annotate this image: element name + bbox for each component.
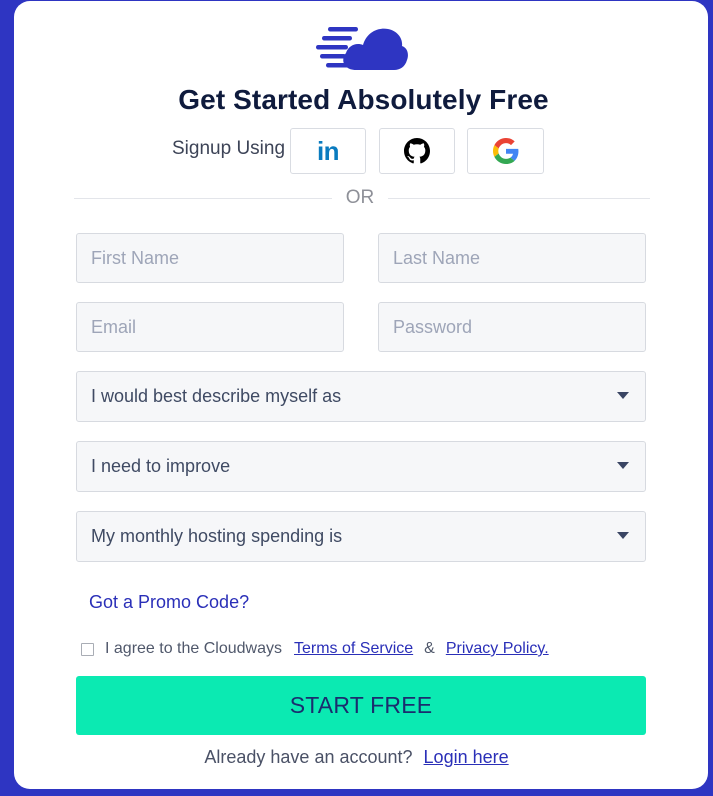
select-value: I would best describe myself as bbox=[91, 386, 342, 406]
agree-checkbox[interactable] bbox=[81, 642, 94, 656]
start-free-button[interactable]: START FREE bbox=[76, 676, 646, 735]
terms-of-service-link[interactable]: Terms of Service bbox=[294, 640, 413, 658]
caret-down-icon bbox=[617, 462, 629, 469]
login-prompt-text: Already have an account? bbox=[204, 747, 413, 767]
email-input[interactable] bbox=[76, 302, 344, 352]
linkedin-signup-button[interactable]: in bbox=[290, 128, 366, 174]
promo-code-link[interactable]: Got a Promo Code? bbox=[89, 592, 249, 613]
google-signup-button[interactable] bbox=[467, 128, 544, 174]
agree-text: I agree to the Cloudways bbox=[105, 640, 282, 657]
github-icon bbox=[404, 138, 430, 164]
caret-down-icon bbox=[617, 392, 629, 399]
google-icon bbox=[492, 138, 518, 164]
hosting-spending-select[interactable]: My monthly hosting spending is bbox=[76, 511, 646, 562]
ampersand-text: & bbox=[424, 640, 435, 657]
github-signup-button[interactable] bbox=[379, 128, 455, 174]
divider-line-left bbox=[74, 198, 332, 199]
page-title: Get Started Absolutely Free bbox=[178, 84, 549, 115]
caret-down-icon bbox=[617, 532, 629, 539]
login-prompt: Already have an account? Login here bbox=[0, 747, 713, 768]
terms-agreement-row: I agree to the Cloudways Terms of Servic… bbox=[81, 638, 549, 660]
first-name-input[interactable] bbox=[76, 233, 344, 283]
last-name-input[interactable] bbox=[378, 233, 646, 283]
password-input[interactable] bbox=[378, 302, 646, 352]
cloudways-logo-icon bbox=[316, 27, 408, 70]
or-divider-text: OR bbox=[345, 187, 375, 208]
need-to-improve-select[interactable]: I need to improve bbox=[76, 441, 646, 492]
login-link[interactable]: Login here bbox=[424, 747, 509, 767]
describe-yourself-select[interactable]: I would best describe myself as bbox=[76, 371, 646, 422]
select-value: I need to improve bbox=[91, 456, 231, 476]
privacy-policy-link[interactable]: Privacy Policy. bbox=[446, 640, 549, 658]
signup-using-label: Signup Using bbox=[172, 138, 286, 159]
linkedin-icon: in bbox=[316, 135, 340, 166]
divider-line-right bbox=[388, 198, 650, 199]
select-value: My monthly hosting spending is bbox=[91, 526, 343, 546]
